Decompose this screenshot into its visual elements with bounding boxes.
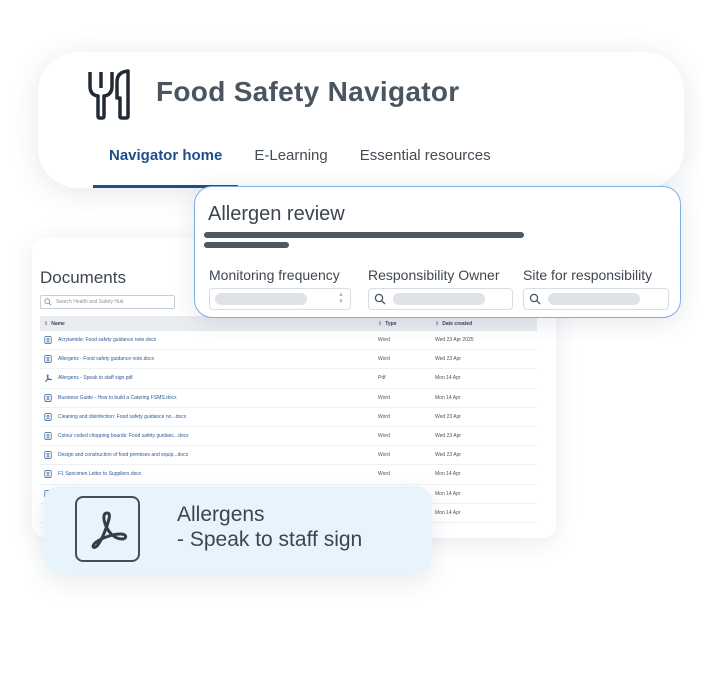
doc-date-cell: Wed 23 Apr 2025 (435, 337, 474, 344)
table-row[interactable]: Business Guide - How to build a Catering… (40, 389, 537, 408)
table-header: ⇕ Name ⇕ Type ⇕ Date created (40, 316, 537, 331)
search-icon (529, 293, 541, 305)
doc-name-cell[interactable]: Allergens - Food safety guidance note.do… (40, 355, 378, 364)
site-for-responsibility-search[interactable] (523, 288, 669, 310)
column-date-label: Date created (442, 320, 473, 327)
filter-label: Responsibility Owner (368, 267, 500, 283)
documents-title: Documents (40, 268, 126, 287)
nav-tabs: Navigator home E-Learning Essential reso… (93, 144, 507, 188)
word-doc-icon (44, 413, 52, 421)
doc-name-text: F1 Specimen Letter to Suppliers.docx (58, 471, 142, 478)
filter-responsibility-owner: Responsibility Owner (368, 267, 513, 310)
doc-name-text: Allergens - Food safety guidance note.do… (58, 356, 155, 363)
table-row[interactable]: Cleaning and disinfection: Food safety g… (40, 408, 537, 427)
pdf-icon (75, 496, 140, 562)
doc-date-cell: Mon 14 Apr (435, 471, 461, 478)
sort-icon: ⇕ (378, 320, 383, 327)
word-doc-icon (44, 393, 52, 402)
doc-name-cell[interactable]: Colour coded chopping boards: Food safet… (40, 432, 378, 440)
filter-monitoring-frequency: Monitoring frequency ▲ ▼ (209, 267, 351, 310)
responsibility-owner-search[interactable] (368, 288, 513, 310)
doc-date-cell: Wed 23 Apr (435, 356, 462, 363)
search-placeholder: Search Health and Safety Hub (56, 299, 124, 305)
search-icon (44, 298, 52, 306)
doc-type-cell: Word (378, 433, 390, 440)
doc-name-text: Cleaning and disinfection: Food safety g… (58, 413, 187, 420)
table-row[interactable]: Allergens - Speak to staff sign.pdf Pdf Mo… (40, 369, 537, 389)
doc-date-cell: Wed 23 Apr (435, 433, 462, 440)
doc-type-cell: Word (378, 337, 390, 344)
tab-e-learning[interactable]: E-Learning (238, 144, 343, 188)
value-placeholder (548, 293, 640, 305)
sort-icon: ⇕ (435, 320, 440, 327)
app-title: Food Safety Navigator (156, 76, 460, 107)
column-type-label: Type (385, 320, 397, 327)
table-row[interactable]: Allergens - Food safety guidance note.do… (40, 350, 537, 370)
doc-name-cell[interactable]: Business Guide - How to build a Catering… (40, 393, 378, 402)
value-placeholder (215, 293, 307, 305)
word-doc-icon (44, 336, 52, 344)
column-type-header[interactable]: ⇕ Type (378, 321, 435, 327)
doc-date-cell: Mon 14 Apr (435, 490, 461, 497)
tab-navigator-home[interactable]: Navigator home (93, 144, 239, 188)
table-row[interactable]: Design and construction of food premises… (40, 446, 537, 466)
search-icon (374, 293, 386, 305)
doc-name-text: Acrylamide: Food safety guidance note.do… (58, 337, 157, 344)
filter-label: Site for responsibility (523, 267, 653, 283)
doc-name-cell[interactable]: Design and construction of food premises… (40, 451, 378, 459)
cutlery-icon (88, 69, 130, 120)
doc-name-text: Design and construction of food premises… (58, 452, 189, 459)
chevron-updown-icon: ▲ ▼ (338, 292, 344, 305)
table-row[interactable]: F1 Specimen Letter to Suppliers.docx Word… (40, 465, 537, 485)
doc-name-text: Colour coded chopping boards: Food safet… (58, 433, 189, 440)
doc-name-cell[interactable]: Cleaning and disinfection: Food safety g… (40, 413, 378, 421)
doc-date-cell: Mon 14 Apr (435, 394, 461, 401)
filter-site-for-responsibility: Site for responsibility (523, 267, 669, 310)
table-row[interactable]: Colour coded chopping boards: Food safet… (40, 427, 537, 447)
doc-name-cell[interactable]: F1 Specimen Letter to Suppliers.docx (40, 470, 378, 479)
doc-type-cell: Word (378, 471, 390, 478)
doc-name-text: Allergens - Speak to staff sign.pdf (58, 375, 133, 382)
doc-name-cell[interactable]: Acrylamide: Food safety guidance note.do… (40, 336, 378, 344)
column-date-header[interactable]: ⇕ Date created (435, 321, 535, 327)
header-card: Food Safety Navigator Navigator home E-L… (38, 52, 684, 188)
word-doc-icon (44, 432, 52, 440)
allergens-callout[interactable]: Allergens - Speak to staff sign (44, 486, 432, 574)
doc-date-cell: Wed 23 Apr (435, 413, 462, 420)
table-row[interactable]: Acrylamide: Food safety guidance note.do… (40, 331, 537, 351)
monitoring-frequency-select[interactable]: ▲ ▼ (209, 288, 351, 310)
doc-type-cell: Word (378, 413, 390, 420)
allergen-review-card: Allergen review Monitoring frequency ▲ ▼ … (194, 186, 681, 318)
tab-essential-resources[interactable]: Essential resources (344, 144, 507, 188)
value-placeholder (393, 293, 485, 305)
doc-type-cell: Pdf (378, 375, 386, 382)
callout-title: Allergens (177, 503, 265, 526)
doc-name-cell[interactable]: Allergens - Speak to staff sign.pdf (40, 374, 378, 383)
callout-subtitle: - Speak to staff sign (177, 528, 363, 551)
word-doc-icon (44, 451, 52, 459)
doc-name-text: Business Guide - How to build a Catering… (58, 394, 177, 401)
documents-search-input[interactable]: Search Health and Safety Hub (40, 295, 175, 309)
doc-type-cell: Word (378, 452, 390, 459)
doc-date-cell: Mon 14 Apr (435, 375, 461, 382)
column-name-header[interactable]: ⇕ Name (40, 321, 378, 327)
doc-type-cell: Word (378, 394, 390, 401)
word-doc-icon (44, 355, 52, 364)
column-name-label: Name (51, 320, 65, 327)
sort-icon: ⇕ (44, 320, 49, 327)
word-doc-icon (44, 470, 52, 479)
subtitle-placeholder-bar (204, 242, 289, 248)
doc-type-cell: Word (378, 356, 390, 363)
doc-date-cell: Wed 23 Apr (435, 452, 462, 459)
title-placeholder-bar (204, 232, 524, 238)
review-title: Allergen review (208, 203, 345, 225)
filter-label: Monitoring frequency (209, 267, 340, 283)
pdf-icon (45, 374, 52, 383)
doc-date-cell: Mon 14 Apr (435, 509, 461, 516)
